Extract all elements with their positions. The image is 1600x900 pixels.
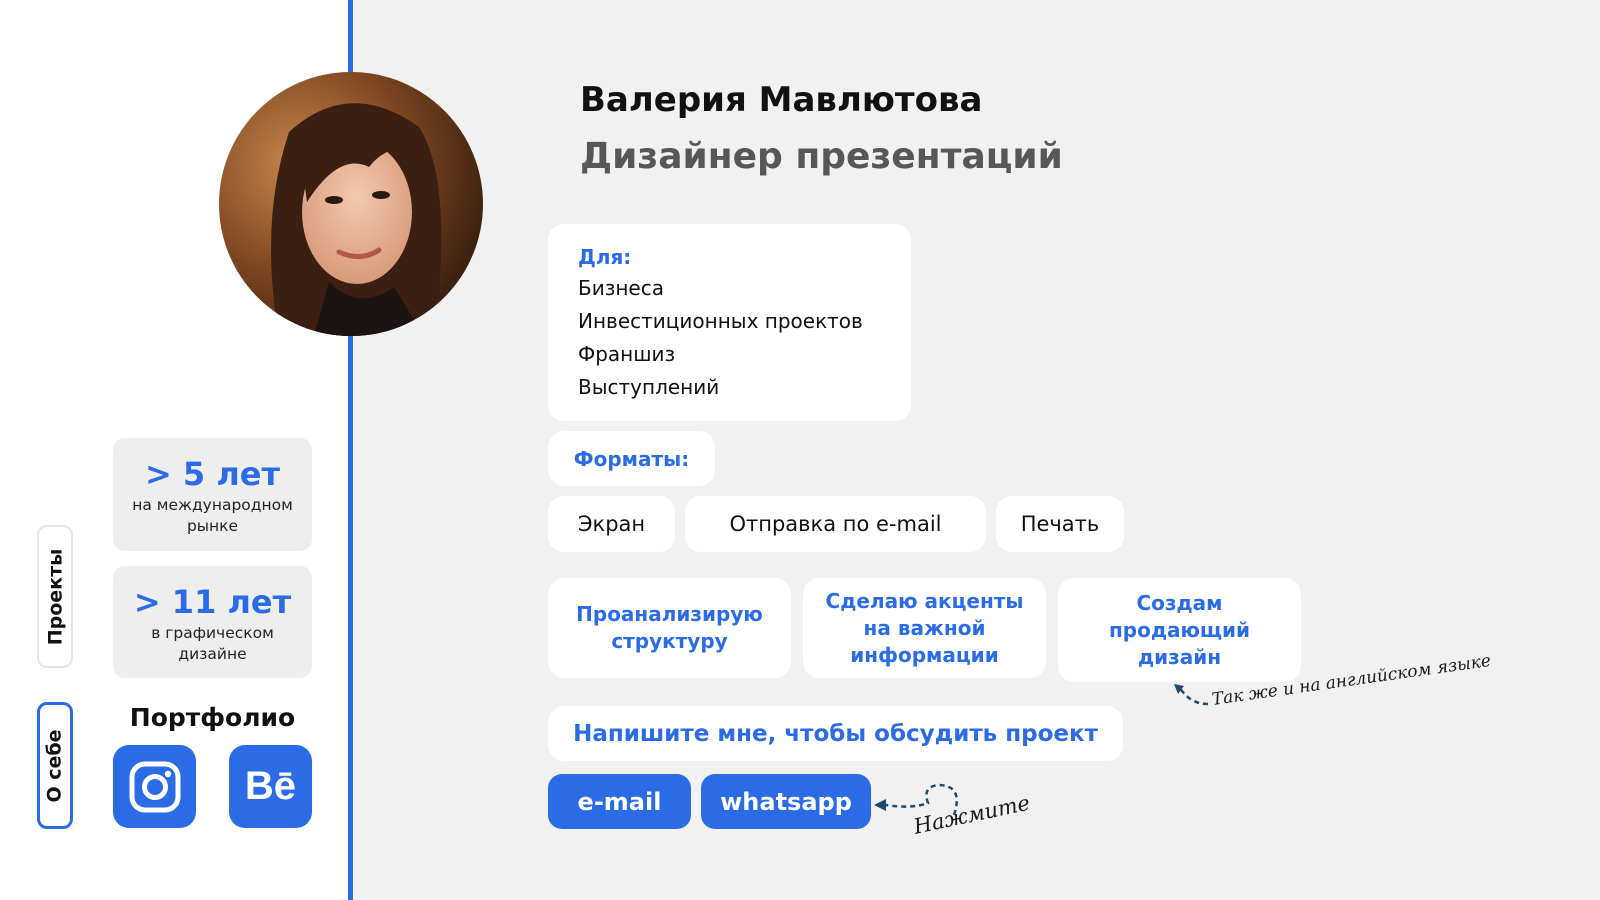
feature-analyze-structure: Проанализирую структуру (548, 578, 791, 678)
audience-item: Выступлений (578, 375, 720, 399)
behance-icon: Bē (244, 764, 297, 808)
behance-link[interactable]: Bē (229, 745, 312, 828)
formats-label: Форматы: (548, 431, 715, 486)
audience-title: Для: (578, 245, 632, 269)
instagram-icon (129, 761, 180, 812)
whatsapp-button[interactable]: whatsapp (701, 774, 871, 829)
stat-value: > 5 лет (144, 455, 281, 493)
audience-item: Инвестиционных проектов (578, 309, 863, 333)
portfolio-title: Портфолио (129, 703, 296, 732)
instagram-link[interactable] (113, 745, 196, 828)
main-content (353, 0, 1600, 900)
cta-banner: Напишите мне, чтобы обсудить проект (548, 706, 1123, 761)
format-chip-email: Отправка по e-mail (685, 496, 986, 552)
audience-card: Для: Бизнеса Инвестиционных проектов Фра… (548, 224, 911, 421)
tab-projects-label: Проекты (44, 548, 66, 645)
tab-projects[interactable]: Проекты (37, 525, 73, 668)
tab-about[interactable]: О себе (37, 702, 73, 829)
stat-card-experience-design: > 11 лет в графическом дизайне (113, 566, 312, 678)
format-chip-screen: Экран (548, 496, 675, 552)
tab-about-label: О себе (44, 728, 67, 803)
audience-item: Франшиз (578, 342, 676, 366)
person-role: Дизайнер презентаций (580, 136, 1063, 177)
stat-caption: в графическом дизайне (151, 624, 274, 663)
format-chip-print: Печать (996, 496, 1124, 552)
profile-photo (219, 72, 483, 336)
audience-item: Бизнеса (578, 276, 664, 300)
stat-caption: на международном рынке (132, 496, 293, 535)
stat-value: > 11 лет (133, 583, 292, 621)
portrait-image (219, 72, 483, 336)
feature-selling-design: Создам продающий дизайн (1058, 578, 1301, 682)
email-button[interactable]: e-mail (548, 774, 691, 829)
dashed-arrow-icon (1174, 684, 1209, 706)
person-name: Валерия Мавлютова (580, 80, 983, 120)
feature-accents: Сделаю акценты на важной информации (803, 578, 1046, 678)
stat-card-experience-international: > 5 лет на международном рынке (113, 438, 312, 551)
